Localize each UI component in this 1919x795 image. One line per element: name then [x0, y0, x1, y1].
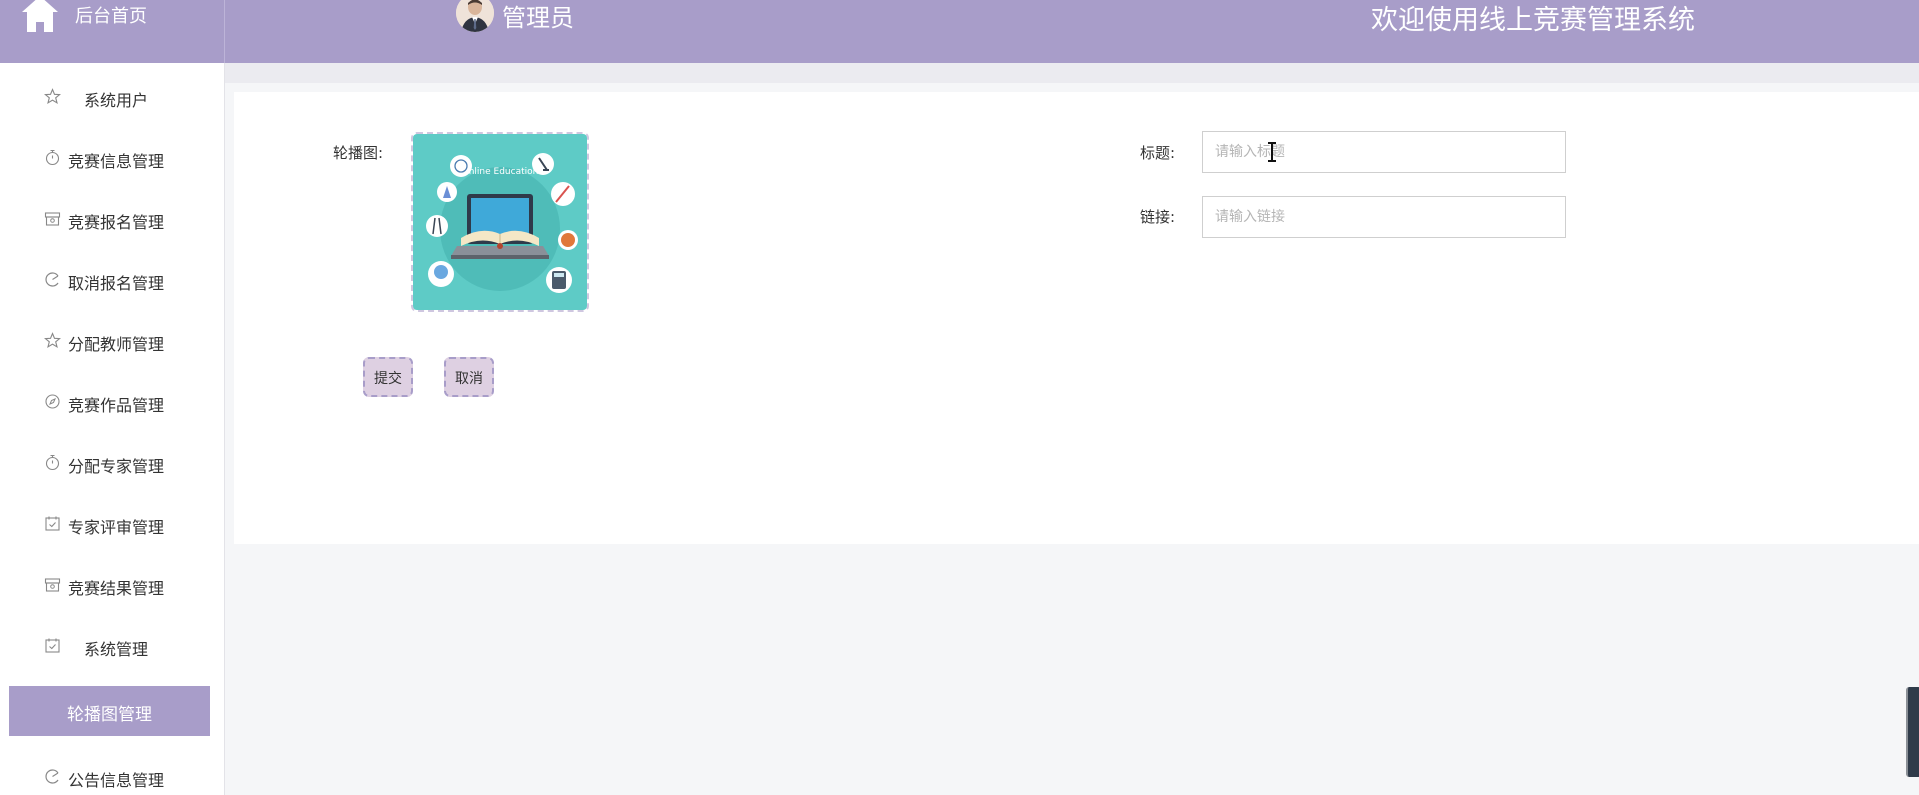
carousel-label: 轮播图: — [333, 144, 384, 162]
archive-icon — [44, 212, 61, 226]
link-label: 链接: — [1140, 208, 1176, 226]
link-input[interactable] — [1202, 196, 1566, 238]
pie-icon — [45, 272, 59, 287]
pie-icon — [45, 769, 59, 784]
sidebar-item-announcements[interactable]: 公告信息管理 — [0, 757, 225, 795]
sidebar-item-label: 竞赛结果管理 — [68, 579, 165, 598]
sidebar-item-label: 竞赛报名管理 — [68, 213, 165, 232]
sidebar-item-assign-experts[interactable]: 分配专家管理 — [0, 443, 225, 483]
archive-icon — [44, 578, 61, 592]
submit-button[interactable]: 提交 — [363, 357, 413, 397]
sidebar-item-label: 取消报名管理 — [68, 274, 165, 293]
sidebar-item-label: 公告信息管理 — [68, 771, 165, 790]
home-link[interactable]: 后台首页 — [0, 0, 225, 63]
home-icon — [22, 0, 58, 32]
sidebar-item-system-users[interactable]: 系统用户 — [0, 77, 225, 117]
sidebar-item-label: 轮播图管理 — [67, 705, 152, 725]
timer-icon — [45, 149, 60, 166]
page: 后台首页 管理员 欢迎使用线上竞赛管理系统 系统用户 竞赛信息管理 竞赛报名管理… — [0, 0, 1919, 795]
star-icon — [44, 88, 61, 104]
sidebar: 系统用户 竞赛信息管理 竞赛报名管理 取消报名管理 分配教师管理 竞赛作品管理 … — [0, 63, 225, 795]
sidebar-item-competition-info[interactable]: 竞赛信息管理 — [0, 138, 225, 178]
admin-avatar-icon — [456, 0, 494, 32]
welcome-title: 欢迎使用线上竞赛管理系统 — [1371, 5, 1695, 36]
content-band — [225, 63, 1919, 83]
timer-icon — [45, 454, 60, 471]
calendar-check-icon — [45, 516, 60, 531]
sidebar-item-label: 系统管理 — [84, 640, 149, 659]
cancel-button[interactable]: 取消 — [444, 357, 494, 397]
text-cursor-icon — [1268, 142, 1276, 162]
compass-icon — [45, 394, 60, 409]
sidebar-item-label: 竞赛信息管理 — [68, 152, 165, 171]
sidebar-item-label: 分配教师管理 — [68, 335, 165, 354]
star-icon — [44, 332, 61, 348]
carousel-image-caption: Online Education — [462, 167, 539, 177]
sidebar-item-cancel-registration[interactable]: 取消报名管理 — [0, 260, 225, 300]
sidebar-item-system-management[interactable]: 系统管理 — [0, 626, 225, 666]
sidebar-item-label: 竞赛作品管理 — [68, 396, 165, 415]
avatar[interactable] — [456, 0, 494, 32]
admin-name[interactable]: 管理员 — [502, 0, 574, 33]
title-label: 标题: — [1140, 144, 1176, 162]
sidebar-item-label: 专家评审管理 — [68, 518, 165, 537]
sidebar-item-label: 分配专家管理 — [68, 457, 165, 476]
sidebar-item-works[interactable]: 竞赛作品管理 — [0, 382, 225, 422]
top-bar: 后台首页 管理员 欢迎使用线上竞赛管理系统 — [0, 0, 1919, 63]
calendar-check-icon — [45, 638, 60, 653]
sidebar-item-label: 系统用户 — [84, 91, 149, 110]
title-input[interactable] — [1202, 131, 1566, 173]
sidebar-item-registration[interactable]: 竞赛报名管理 — [0, 199, 225, 239]
home-label: 后台首页 — [75, 6, 147, 27]
sidebar-item-carousel-management[interactable]: 轮播图管理 — [9, 686, 210, 736]
carousel-image: Online Education — [413, 134, 587, 310]
sidebar-item-assign-teachers[interactable]: 分配教师管理 — [0, 321, 225, 361]
sidebar-item-results[interactable]: 竞赛结果管理 — [0, 565, 225, 605]
sidebar-item-expert-review[interactable]: 专家评审管理 — [0, 504, 225, 544]
carousel-image-upload[interactable]: Online Education — [411, 132, 589, 312]
floating-scroll-widget[interactable] — [1906, 687, 1919, 777]
